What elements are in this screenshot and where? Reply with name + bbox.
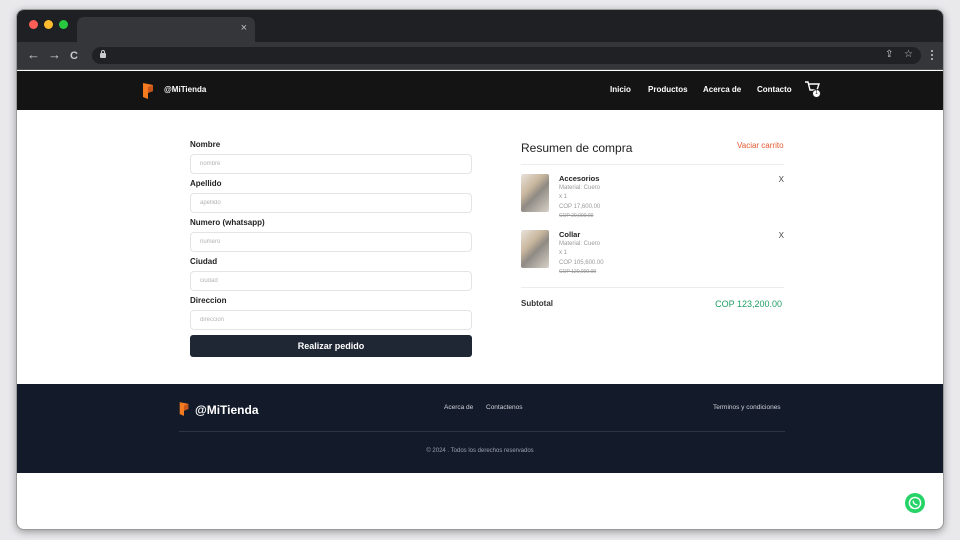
share-icon[interactable]: ⇪	[885, 49, 893, 61]
place-order-button[interactable]: Realizar pedido	[190, 335, 472, 357]
remove-item-button[interactable]: X	[779, 231, 784, 240]
maximize-window-button[interactable]	[59, 20, 68, 29]
back-button[interactable]: ←	[27, 47, 40, 63]
nav-link-inicio[interactable]: Inicio	[610, 85, 631, 94]
ciudad-label: Ciudad	[190, 257, 218, 266]
item-name: Collar	[559, 230, 581, 239]
cart-count-badge: 1	[812, 89, 821, 98]
cart-button[interactable]: 1	[804, 81, 824, 101]
item-old-price: COP 20,000.00	[559, 213, 594, 219]
site-footer: @MiTienda Acerca de Contactenos Terminos…	[17, 384, 943, 473]
numero-input[interactable]	[190, 232, 472, 252]
lock-icon	[100, 50, 106, 58]
summary-divider	[521, 287, 784, 288]
clear-cart-link[interactable]: Vaciar carrito	[737, 141, 784, 150]
nombre-label: Nombre	[190, 140, 221, 149]
apellido-label: Apellido	[190, 179, 222, 188]
browser-window: × ← → C ⇪ ☆ @MiTienda Inicio Productos A…	[16, 9, 944, 530]
browser-tab[interactable]: ×	[77, 17, 255, 42]
nav-link-productos[interactable]: Productos	[648, 85, 688, 94]
tab-strip: ×	[17, 10, 943, 42]
menu-icon[interactable]	[931, 50, 934, 62]
cart-item: Collar Material: Cuero x 1 COP 105,600.0…	[521, 230, 784, 276]
checkout-form: Nombre Apellido Numero (whatsapp) Ciudad…	[190, 140, 472, 357]
footer-divider	[179, 431, 785, 432]
reload-button[interactable]: C	[70, 48, 78, 64]
nav-link-acerca-de[interactable]: Acerca de	[703, 85, 741, 94]
brand-name[interactable]: @MiTienda	[164, 85, 206, 94]
star-icon[interactable]: ☆	[904, 49, 913, 61]
direccion-label: Direccion	[190, 296, 227, 305]
footer-link-contactenos[interactable]: Contactenos	[486, 404, 523, 411]
footer-brand[interactable]: @MiTienda	[195, 403, 259, 417]
nombre-input[interactable]	[190, 154, 472, 174]
item-name: Accesorios	[559, 174, 600, 183]
nav-link-contacto[interactable]: Contacto	[757, 85, 792, 94]
footer-link-acerca-de[interactable]: Acerca de	[444, 404, 473, 411]
cart-item: Accesorios Material: Cuero x 1 COP 17,60…	[521, 174, 784, 220]
item-price: COP 105,600.00	[559, 259, 604, 266]
logo-icon[interactable]	[178, 401, 190, 417]
item-quantity: x 1	[559, 250, 568, 256]
close-window-button[interactable]	[29, 20, 38, 29]
direccion-input[interactable]	[190, 310, 472, 330]
minimize-window-button[interactable]	[44, 20, 53, 29]
product-thumbnail	[521, 174, 549, 212]
item-quantity: x 1	[559, 194, 568, 200]
forward-button[interactable]: →	[48, 47, 61, 63]
summary-divider	[521, 164, 784, 165]
address-bar[interactable]: ⇪ ☆	[92, 47, 921, 64]
summary-title: Resumen de compra	[521, 141, 633, 155]
item-price: COP 17,600.00	[559, 203, 601, 210]
apellido-input[interactable]	[190, 193, 472, 213]
ciudad-input[interactable]	[190, 271, 472, 291]
browser-toolbar: ← → C ⇪ ☆	[17, 42, 943, 70]
subtotal-label: Subtotal	[521, 299, 553, 308]
site-header: @MiTienda Inicio Productos Acerca de Con…	[17, 71, 943, 110]
numero-label: Numero (whatsapp)	[190, 218, 265, 227]
remove-item-button[interactable]: X	[779, 175, 784, 184]
item-material: Material: Cuero	[559, 240, 601, 247]
product-thumbnail	[521, 230, 549, 268]
copyright: © 2024 . Todos los derechos reservados	[426, 448, 534, 454]
close-tab-icon[interactable]: ×	[241, 22, 247, 34]
logo-icon[interactable]	[141, 82, 155, 100]
item-old-price: COP 120,000.00	[559, 269, 597, 275]
whatsapp-icon	[908, 496, 922, 510]
window-controls	[29, 20, 68, 29]
item-material: Material: Cuero	[559, 184, 601, 191]
whatsapp-button[interactable]	[905, 493, 925, 513]
subtotal-value: COP 123,200.00	[715, 299, 782, 309]
footer-link-terminos[interactable]: Terminos y condiciones	[713, 404, 781, 411]
